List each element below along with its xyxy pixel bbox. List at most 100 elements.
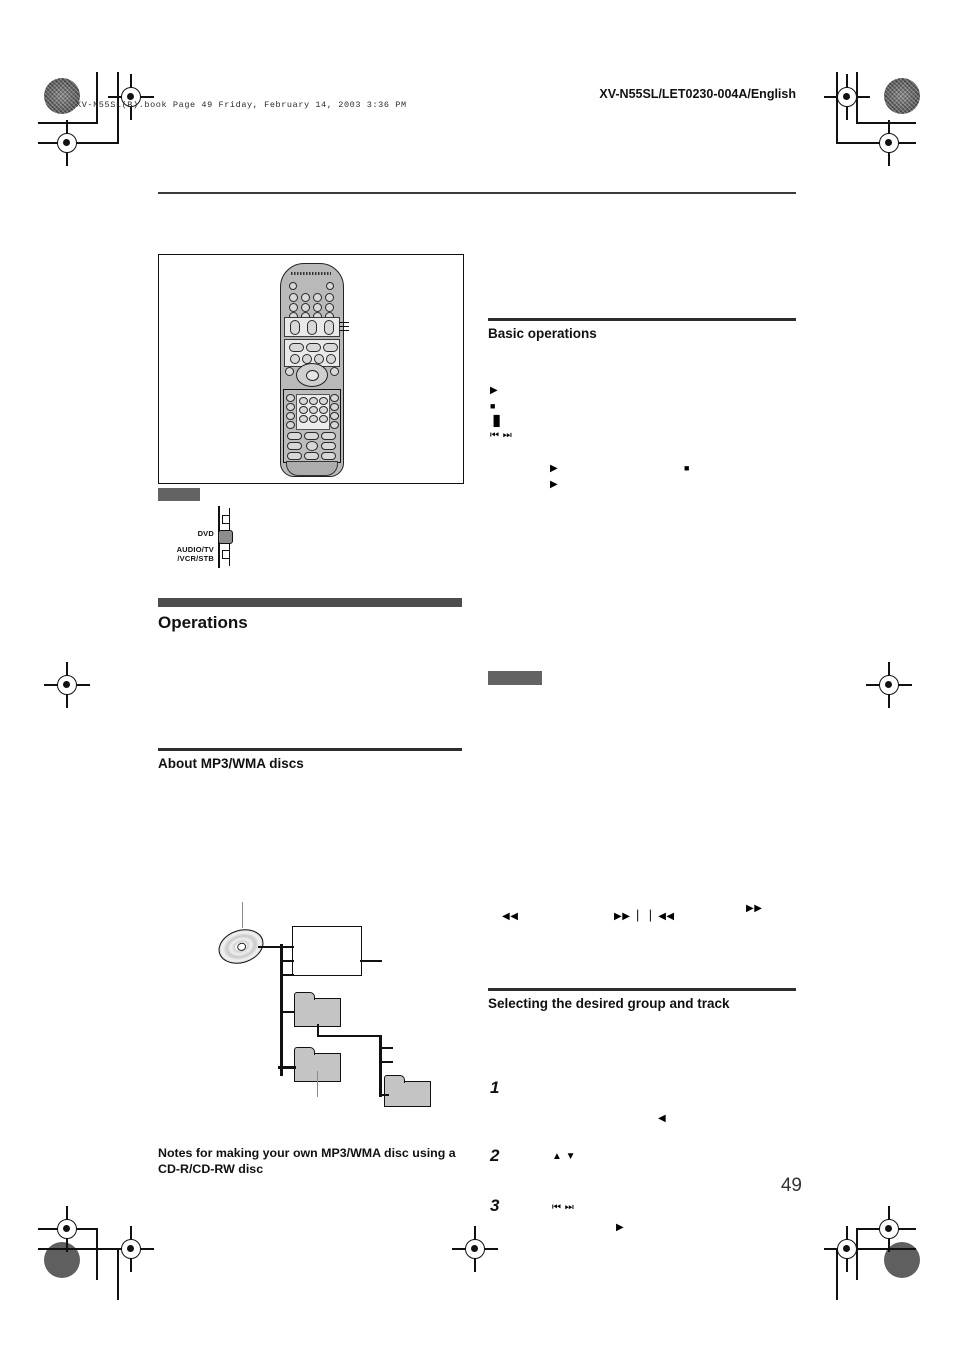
tree-branch-folder-1 bbox=[280, 1011, 295, 1013]
selecting-section: Selecting the desired group and track bbox=[488, 988, 796, 1012]
remote-key-left-4 bbox=[286, 421, 295, 429]
step-1-number: 1 bbox=[490, 1078, 500, 1097]
steps-list: 1 ◀ 2 ▲ ▼ 3 ⏮ ⏭ ▶ bbox=[488, 1056, 796, 1256]
remote-key-8 bbox=[309, 415, 318, 423]
cursor-up-down-icon: ▲ ▼ bbox=[552, 1151, 577, 1162]
remote-transport-4 bbox=[287, 442, 302, 450]
remote-transport-3 bbox=[321, 432, 336, 440]
selecting-heading: Selecting the desired group and track bbox=[488, 995, 730, 1011]
page-number: 49 bbox=[780, 1175, 802, 1196]
remote-button-r1c3 bbox=[313, 293, 322, 302]
operations-heading: Operations bbox=[158, 613, 248, 632]
tree-subtrunk bbox=[379, 1035, 382, 1097]
remote-key-right-4 bbox=[330, 421, 339, 429]
tree-folder1-across bbox=[317, 1035, 381, 1037]
remote-battery-cover bbox=[286, 461, 338, 476]
remote-button-slider1 bbox=[290, 320, 300, 335]
remote-button-right-side bbox=[330, 367, 339, 376]
search-symbol-row: ◀◀ ▶▶▕ ▏◀◀ ▶▶ bbox=[488, 896, 796, 936]
selector-label-audio: AUDIO/TV /VCR/STB bbox=[177, 545, 214, 563]
remote-key-2 bbox=[309, 397, 318, 405]
remote-control-illustration-box bbox=[158, 254, 464, 484]
remote-button-standby bbox=[326, 282, 334, 290]
remote-button-mode4 bbox=[290, 354, 300, 364]
registration-mark-bottom-inner-right bbox=[824, 1226, 870, 1272]
tree-folder-1 bbox=[293, 992, 341, 1027]
trim-line-bottom-left-v bbox=[96, 1228, 98, 1280]
step-2-number: 2 bbox=[490, 1146, 500, 1165]
remote-button-r2c3 bbox=[313, 303, 322, 312]
about-mp3-heading-rule bbox=[158, 748, 462, 751]
remote-button-mode7 bbox=[326, 354, 336, 364]
remote-button-r1c2 bbox=[301, 293, 310, 302]
remote-selector-callout bbox=[339, 321, 353, 333]
remote-key-4 bbox=[299, 406, 308, 414]
basic-operations-symbol-list: ▶ ■ ▐▌ ⏮ ⏭ ▶ ■ ▶ bbox=[488, 216, 796, 636]
registration-mark-top-left bbox=[44, 120, 90, 166]
play-icon-step-3: ▶ bbox=[616, 1222, 624, 1233]
remote-transport-6 bbox=[287, 452, 302, 460]
remote-key-3 bbox=[319, 397, 328, 405]
remote-transport-5 bbox=[321, 442, 336, 450]
remote-transport-1 bbox=[287, 432, 302, 440]
play-icon-inline-2: ▶ bbox=[550, 479, 558, 490]
notes-heading-line2: CD-R/CD-RW disc bbox=[158, 1161, 264, 1176]
play-icon: ▶ bbox=[490, 385, 498, 396]
halftone-target-top-left bbox=[44, 78, 80, 114]
skip-forward-icon: ▶▶▕ bbox=[614, 911, 639, 922]
registration-mark-top-right bbox=[866, 120, 912, 166]
remote-key-left-1 bbox=[286, 394, 295, 402]
operations-section: Operations bbox=[158, 598, 462, 633]
registration-mark-middle-right bbox=[866, 662, 912, 708]
caption-redaction-block-left bbox=[158, 488, 200, 501]
remote-button-slider2 bbox=[307, 320, 317, 335]
remote-key-left-3 bbox=[286, 412, 295, 420]
halftone-target-top-right bbox=[884, 78, 920, 114]
remote-transport-7 bbox=[304, 452, 319, 460]
tree-branch-box-3 bbox=[280, 974, 294, 976]
remote-key-right-2 bbox=[330, 403, 339, 411]
registration-mark-bottom-inner-left bbox=[108, 1226, 154, 1272]
tree-branch-folder-3 bbox=[379, 1094, 389, 1096]
about-mp3-heading: About MP3/WMA discs bbox=[158, 755, 304, 771]
document-id: XV-N55SL/LET0230-004A/English bbox=[599, 87, 796, 101]
remote-cursor-pad bbox=[296, 363, 328, 387]
caption-redaction-block-right bbox=[488, 671, 542, 685]
remote-button-mode3 bbox=[323, 343, 338, 352]
tree-branch-folder-2 bbox=[278, 1066, 296, 1069]
tree-branch-box-1 bbox=[280, 946, 294, 948]
selector-knob[interactable] bbox=[218, 530, 233, 544]
registration-mark-top-inner-left bbox=[108, 74, 154, 120]
pause-icon: ▐▌ bbox=[490, 416, 503, 427]
selector-position-top bbox=[222, 515, 230, 524]
registration-mark-bottom-left bbox=[44, 1206, 90, 1252]
tree-branch-box-2 bbox=[280, 960, 294, 962]
remote-button-mode1 bbox=[289, 343, 304, 352]
remote-key-6 bbox=[319, 406, 328, 414]
tree-folder2-leader bbox=[317, 1071, 319, 1097]
skip-back-forward-icon: ⏮ ⏭ bbox=[552, 1202, 575, 1213]
remote-key-left-2 bbox=[286, 403, 295, 411]
remote-button-r1c1 bbox=[289, 293, 298, 302]
selector-label-dvd: DVD bbox=[197, 529, 214, 538]
disc-leader-line bbox=[242, 902, 244, 928]
remote-transport-2 bbox=[304, 432, 319, 440]
remote-button-power bbox=[289, 282, 297, 290]
remote-key-9 bbox=[319, 415, 328, 423]
registration-mark-top-inner-right bbox=[824, 74, 870, 120]
remote-lower-section bbox=[283, 389, 341, 463]
trim-line-top-left-v bbox=[96, 72, 98, 124]
remote-key-1 bbox=[299, 397, 308, 405]
skip-back-icon: ▏◀◀ bbox=[650, 911, 675, 922]
tree-subbranch-1 bbox=[379, 1047, 393, 1049]
remote-button-left-side bbox=[285, 367, 294, 376]
remote-brand-label bbox=[291, 272, 331, 275]
selecting-heading-rule bbox=[488, 988, 796, 991]
remote-transport-8 bbox=[321, 452, 336, 460]
remote-key-right-1 bbox=[330, 394, 339, 402]
step-3-number: 3 bbox=[490, 1196, 500, 1215]
skip-icon: ⏮ ⏭ bbox=[490, 430, 513, 441]
remote-button-mode2 bbox=[306, 343, 321, 352]
tree-root-box bbox=[292, 926, 362, 976]
remote-control-diagram bbox=[280, 263, 349, 477]
